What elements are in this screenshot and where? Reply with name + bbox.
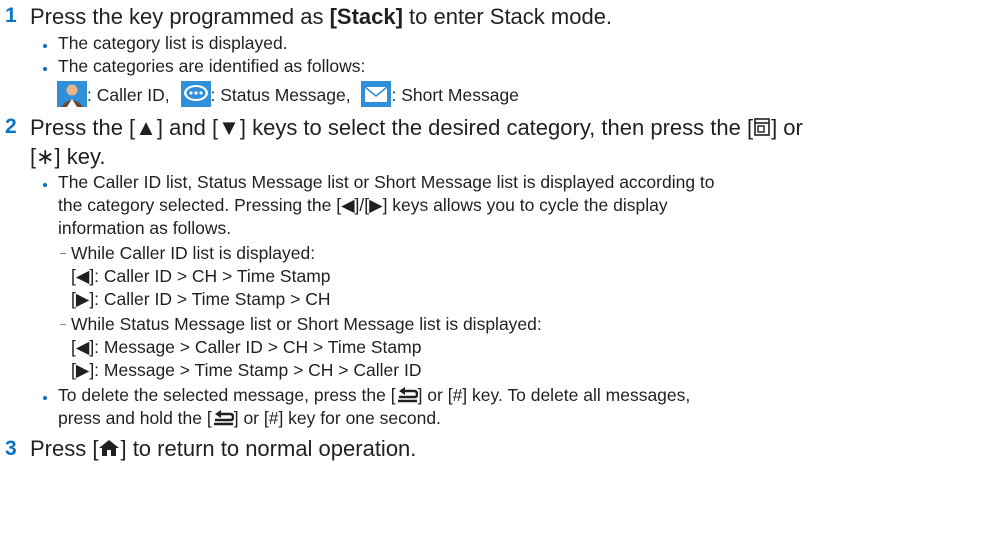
page-key-icon bbox=[753, 113, 771, 142]
status-message-icon bbox=[180, 81, 211, 112]
step-3-number: 3 bbox=[5, 437, 17, 460]
delete-text-c: press and hold the [ bbox=[58, 408, 212, 428]
step-2-bullet-2-line-1: To delete the selected message, press th… bbox=[58, 384, 690, 406]
bullet-dot bbox=[43, 396, 47, 400]
sub-dash bbox=[60, 253, 66, 254]
step-1-number: 1 bbox=[5, 4, 17, 27]
sub-1-title: While Caller ID list is displayed: bbox=[71, 243, 316, 263]
step-2-bullet-1-line-2: the category selected. Pressing the [◀]/… bbox=[58, 195, 668, 215]
short-message-icon bbox=[361, 81, 392, 112]
caller-id-label: : Caller ID, bbox=[87, 85, 170, 105]
step-1-text: Press the key programmed as [Stack] to e… bbox=[30, 2, 612, 31]
sub-2-item-2: [▶]: Message > Time Stamp > CH > Caller … bbox=[71, 360, 422, 380]
step-2-line-1-text: Press the [▲] and [▼] keys to select the… bbox=[30, 115, 754, 140]
delete-text-d: ] or [#] key for one second. bbox=[233, 408, 441, 428]
caller-id-icon bbox=[57, 81, 87, 112]
sub-1-item-1: [◀]: Caller ID > CH > Time Stamp bbox=[71, 266, 331, 286]
step-1-pre: Press the key programmed as bbox=[30, 4, 330, 29]
status-message-label: : Status Message, bbox=[210, 85, 351, 105]
step-3-pre: Press [ bbox=[30, 436, 99, 461]
step-3-post: ] to return to normal operation. bbox=[120, 436, 417, 461]
step-1-post: to enter Stack mode. bbox=[402, 4, 613, 29]
step-2-number: 2 bbox=[5, 115, 17, 138]
step-2-bullet-2-line-2: press and hold the [ ] or [#] key for one… bbox=[58, 407, 441, 429]
sub-2-title: While Status Message list or Short Messa… bbox=[71, 314, 542, 334]
step-2-line-1-end: ] or bbox=[771, 115, 803, 140]
back-key-icon bbox=[396, 384, 418, 406]
bullet-dot bbox=[43, 183, 47, 187]
bullet-dot bbox=[43, 44, 47, 48]
stack-key-label: [Stack] bbox=[329, 4, 403, 29]
manual-page: 1 Press the key programmed as [Stack] to… bbox=[0, 0, 985, 534]
sub-dash bbox=[60, 324, 66, 325]
sub-2-item-1: [◀]: Message > Caller ID > CH > Time Sta… bbox=[71, 337, 422, 357]
sub-1-item-2: [▶]: Caller ID > Time Stamp > CH bbox=[71, 289, 331, 309]
step-1-bullet-2: The categories are identified as follows… bbox=[58, 56, 366, 76]
back-key-icon bbox=[212, 407, 234, 429]
step-1-bullet-1: The category list is displayed. bbox=[58, 33, 288, 53]
category-legend: : Caller ID, : Status Message, : Short M… bbox=[57, 81, 519, 109]
step-2-bullet-1-line-1: The Caller ID list, Status Message list … bbox=[58, 172, 715, 192]
home-key-icon bbox=[98, 434, 120, 463]
step-3-text: Press [ ] to return to normal operation. bbox=[30, 434, 416, 463]
delete-text-a: To delete the selected message, press th… bbox=[58, 385, 396, 405]
delete-text-b: ] or [#] key. To delete all messages, bbox=[417, 385, 691, 405]
step-2-line-1: Press the [▲] and [▼] keys to select the… bbox=[30, 113, 803, 142]
step-2-bullet-1-line-3: information as follows. bbox=[58, 218, 232, 238]
step-2-line-2: [∗] key. bbox=[30, 144, 106, 169]
bullet-dot bbox=[43, 67, 47, 71]
short-message-label: : Short Message bbox=[391, 85, 519, 105]
